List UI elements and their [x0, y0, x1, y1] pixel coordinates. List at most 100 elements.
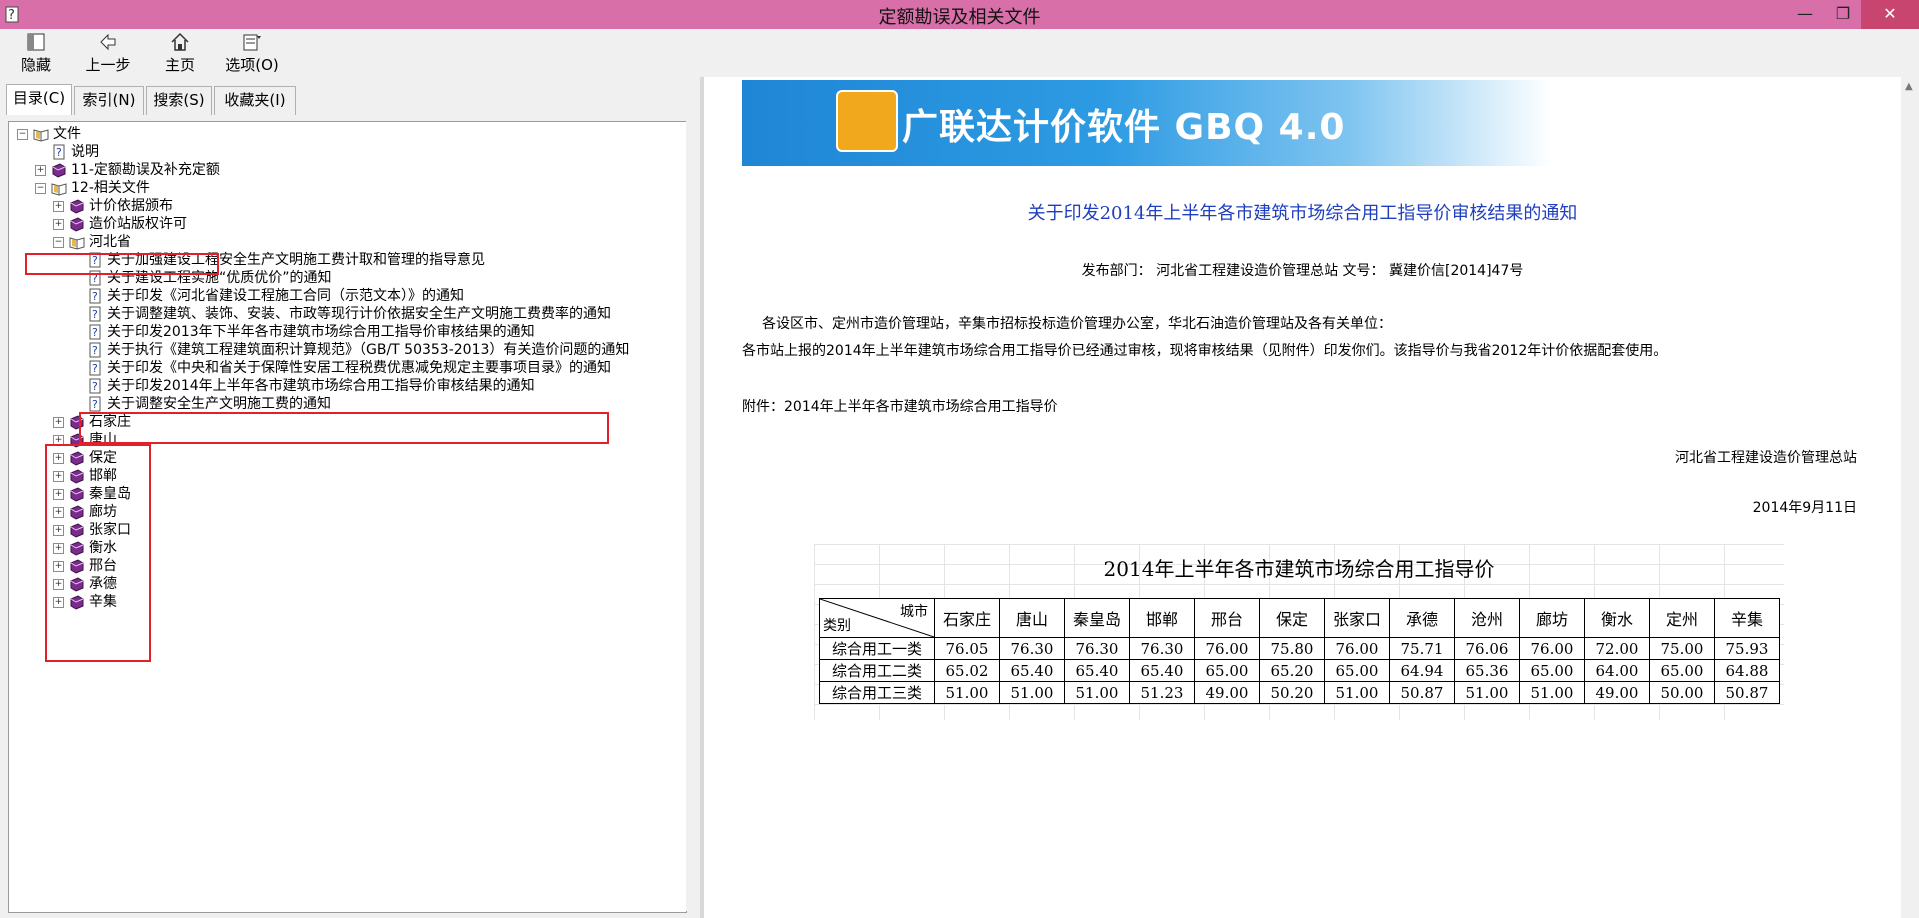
- hide-icon: [27, 33, 45, 51]
- tree-item[interactable]: − 12-相关文件: [9, 179, 686, 197]
- column-header: 张家口: [1324, 598, 1390, 638]
- value-cell: 50.87: [1714, 681, 1780, 704]
- tree-item[interactable]: ? 关于调整安全生产文明施工费的通知: [9, 395, 686, 413]
- value-cell: 76.06: [1454, 637, 1520, 660]
- options-button[interactable]: 选项(O): [216, 31, 288, 75]
- help-page-icon: ?: [89, 396, 101, 412]
- collapse-toggle-icon[interactable]: −: [17, 129, 28, 140]
- open-book-icon: [51, 183, 67, 196]
- help-page-icon: ?: [89, 288, 101, 304]
- tree-item[interactable]: ? 关于印发《河北省建设工程施工合同（示范文本）》的通知: [9, 287, 686, 305]
- tree-item-label: 关于调整安全生产文明施工费的通知: [107, 396, 331, 412]
- value-cell: 76.00: [1324, 637, 1390, 660]
- hide-button[interactable]: 隐藏: [0, 31, 72, 75]
- column-header: 廊坊: [1519, 598, 1585, 638]
- column-header: 沧州: [1454, 598, 1520, 638]
- table-row: 综合用工二类 65.02 65.40 65.40 65.40 65.00 65.20 65.0…: [819, 659, 1780, 682]
- home-button[interactable]: 主页: [144, 31, 216, 75]
- attachment-line: 附件：2014年上半年各市建筑市场综合用工指导价: [742, 399, 1058, 415]
- value-cell: 75.93: [1714, 637, 1780, 660]
- value-cell: 51.00: [1324, 681, 1390, 704]
- back-label: 上一步: [85, 56, 131, 74]
- contents-tree: − 文件? 说明 +11-定额勘误及补充定额 −12-相关文件 + 计价依据颁布 + 造价站版权…: [8, 121, 687, 913]
- svg-text:?: ?: [92, 344, 98, 357]
- value-cell: 51.00: [1064, 681, 1130, 704]
- product-logo-icon: [836, 90, 898, 152]
- tab-contents[interactable]: 目录(C): [6, 84, 72, 115]
- tree-item[interactable]: − 河北省: [9, 233, 686, 251]
- tree-item-label: 关于调整建筑、装饰、安装、市政等现行计价依据安全生产文明施工费费率的通知: [107, 306, 611, 322]
- wage-table: 城市 类别 石家庄 唐山 秦皇岛 邯郸 邢台 保定 张家口 承德 沧州 廊坊 衡水 定州 辛集 综合用工…: [819, 598, 1780, 704]
- collapse-toggle-icon[interactable]: −: [53, 237, 64, 248]
- value-cell: 65.40: [1129, 659, 1195, 682]
- tree-item[interactable]: + 造价站版权许可: [9, 215, 686, 233]
- column-header: 保定: [1259, 598, 1325, 638]
- options-icon: [243, 34, 261, 51]
- document-title: 关于印发2014年上半年各市建筑市场综合用工指导价审核结果的通知: [1027, 203, 1578, 224]
- home-label: 主页: [164, 56, 195, 74]
- value-cell: 76.00: [1194, 637, 1260, 660]
- back-arrow-icon: [100, 33, 116, 51]
- document-scrollbar[interactable]: ▲: [1901, 77, 1919, 918]
- tree-item[interactable]: ? 说明: [9, 143, 686, 161]
- expand-toggle-icon[interactable]: +: [53, 201, 64, 212]
- tab-favorites[interactable]: 收藏夹(I): [214, 86, 296, 115]
- tree-item[interactable]: ? 关于调整建筑、装饰、安装、市政等现行计价依据安全生产文明施工费费率的通知: [9, 305, 686, 323]
- close-button[interactable]: ✕: [1861, 0, 1919, 29]
- tree-item[interactable]: − 文件: [9, 125, 686, 143]
- title-bar: ? 定额勘误及相关文件 — ❐ ✕: [0, 0, 1919, 29]
- value-cell: 76.30: [1064, 637, 1130, 660]
- tree-item-label: 造价站版权许可: [89, 216, 187, 232]
- tree-item-label: 关于印发2014年上半年各市建筑市场综合用工指导价审核结果的通知: [107, 378, 535, 394]
- value-cell: 76.00: [1519, 637, 1585, 660]
- navigation-pane: 目录(C) 索引(N) 搜索(S) 收藏夹(I) − 文件? 说明 +11-定额勘误及…: [0, 77, 700, 918]
- help-page-icon: ?: [53, 144, 65, 160]
- tree-item-label: 12-相关文件: [71, 180, 150, 196]
- expand-toggle-icon[interactable]: +: [53, 417, 64, 428]
- collapse-toggle-icon[interactable]: −: [35, 183, 46, 194]
- tree-item[interactable]: + 计价依据颁布: [9, 197, 686, 215]
- svg-text:?: ?: [92, 326, 98, 339]
- tree-item[interactable]: ? 关于执行《建筑工程建筑面积计算规范》（GB/T 50353-2013）有关造价…: [9, 341, 686, 359]
- tab-index[interactable]: 索引(N): [74, 86, 144, 115]
- column-header: 邯郸: [1129, 598, 1195, 638]
- tree-item[interactable]: ? 关于印发2014年上半年各市建筑市场综合用工指导价审核结果的通知: [9, 377, 686, 395]
- hide-label: 隐藏: [20, 56, 51, 74]
- tree-item-label: 11-定额勘误及补充定额: [71, 162, 220, 178]
- value-cell: 50.00: [1649, 681, 1715, 704]
- tree-item[interactable]: ? 关于印发《中央和省关于保障性安居工程税费优惠减免规定主要事项目录》的通知: [9, 359, 686, 377]
- salutation: 各设区市、定州市造价管理站，辛集市招标投标造价管理办公室，华北石油造价管理站及各…: [762, 316, 1392, 332]
- minimize-button[interactable]: —: [1786, 0, 1824, 29]
- column-header: 石家庄: [934, 598, 1000, 638]
- tree-item[interactable]: +11-定额勘误及补充定额: [9, 161, 686, 179]
- book-icon: [70, 217, 84, 232]
- table-header-row: 城市 类别 石家庄 唐山 秦皇岛 邯郸 邢台 保定 张家口 承德 沧州 廊坊 衡水 定州 辛集: [819, 598, 1780, 638]
- value-cell: 51.00: [1519, 681, 1585, 704]
- value-cell: 65.40: [999, 659, 1065, 682]
- maximize-button[interactable]: ❐: [1824, 0, 1862, 29]
- help-page-icon: ?: [89, 342, 101, 358]
- back-button[interactable]: 上一步: [72, 31, 144, 75]
- window-title: 定额勘误及相关文件: [878, 7, 1041, 28]
- tree-item-label: 文件: [53, 126, 81, 142]
- value-cell: 65.00: [1324, 659, 1390, 682]
- tree-item[interactable]: ? 关于印发2013年下半年各市建筑市场综合用工指导价审核结果的通知: [9, 323, 686, 341]
- expand-toggle-icon[interactable]: +: [35, 165, 46, 176]
- body-paragraph: 各市站上报的2014年上半年建筑市场综合用工指导价已经通过审核，现将审核结果（见…: [742, 343, 1668, 359]
- tree-item-label: 关于执行《建筑工程建筑面积计算规范》（GB/T 50353-2013）有关造价问…: [107, 342, 630, 358]
- corner-cell: 城市 类别: [819, 598, 935, 638]
- tab-search[interactable]: 搜索(S): [146, 86, 212, 115]
- svg-text:?: ?: [92, 380, 98, 393]
- value-cell: 49.00: [1584, 681, 1650, 704]
- tree-scrollbar[interactable]: [686, 121, 700, 911]
- date: 2014年9月11日: [1752, 500, 1857, 516]
- document-meta: 发布部门： 河北省工程建设造价管理总站 文号： 冀建价信[2014]47号: [1081, 263, 1524, 279]
- book-icon: [52, 163, 66, 178]
- expand-toggle-icon[interactable]: +: [53, 219, 64, 230]
- value-cell: 72.00: [1584, 637, 1650, 660]
- value-cell: 65.00: [1649, 659, 1715, 682]
- scroll-up-icon[interactable]: ▲: [1905, 81, 1913, 92]
- value-cell: 75.80: [1259, 637, 1325, 660]
- corner-bottom-label: 类别: [823, 618, 851, 634]
- open-book-icon: [69, 237, 85, 250]
